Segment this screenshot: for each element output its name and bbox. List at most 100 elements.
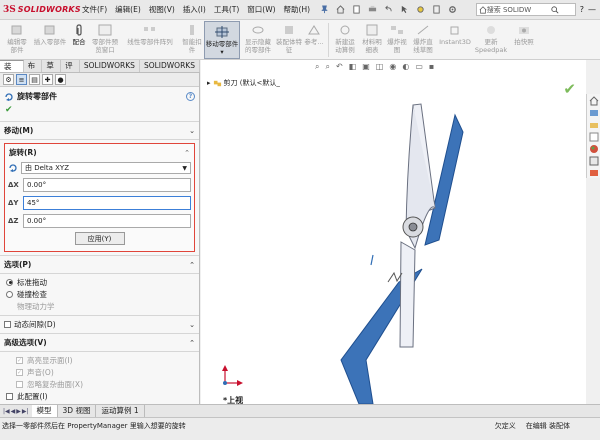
- reference-geometry-button[interactable]: 参考...: [302, 20, 326, 46]
- search-box[interactable]: [475, 3, 576, 16]
- grey-handle[interactable]: [399, 241, 416, 348]
- scissors-model[interactable]: [201, 60, 586, 404]
- new-motion-study-button[interactable]: 新建运 动算例: [331, 20, 359, 54]
- property-manager-tab-icon[interactable]: ≡: [16, 74, 27, 85]
- home-icon[interactable]: [336, 5, 345, 14]
- chevron-up-icon[interactable]: ⌃: [184, 149, 190, 157]
- solidworks-resources-icon[interactable]: [589, 96, 599, 106]
- rebuild-icon[interactable]: [416, 5, 425, 14]
- option-this-configuration[interactable]: 此配置(I): [6, 390, 193, 402]
- help-icon[interactable]: ?: [186, 92, 195, 101]
- dynamic-clearance-checkbox[interactable]: [4, 321, 11, 328]
- tab-model[interactable]: 模型: [31, 405, 58, 417]
- advanced-options-header[interactable]: 高级选项(V) ⌃: [0, 334, 199, 352]
- apply-button[interactable]: 应用(Y): [74, 232, 125, 245]
- ok-checkmark-icon[interactable]: ✔: [0, 104, 199, 122]
- radio-collision-detection[interactable]: [6, 290, 13, 298]
- tab-layout[interactable]: 布局: [24, 60, 43, 82]
- component-preview-window-button[interactable]: 零部件预 览窗口: [90, 20, 120, 54]
- file-properties-icon[interactable]: [432, 5, 441, 14]
- tab-3d-views[interactable]: 3D 视图: [58, 405, 97, 417]
- undo-icon[interactable]: [384, 5, 393, 14]
- tab-solidworks-addins[interactable]: SOLIDWORKS 插件: [80, 60, 140, 82]
- search-input[interactable]: [486, 5, 551, 14]
- exploded-view-button[interactable]: 爆炸视 图: [385, 20, 409, 54]
- option-sound[interactable]: ✓ 声音(O): [6, 366, 193, 378]
- tab-solidworks-mbd[interactable]: SOLIDWORKS MBD: [140, 60, 200, 82]
- explode-line-sketch-button[interactable]: 爆炸直 线草图: [409, 20, 437, 54]
- options-gear-icon[interactable]: [448, 5, 457, 14]
- delta-x-input[interactable]: [23, 178, 191, 192]
- instant3d-button[interactable]: Instant3D: [437, 20, 473, 46]
- solidworks-logo[interactable]: 3S SOLIDWORKS: [0, 5, 81, 15]
- chevron-up-icon[interactable]: ⌃: [189, 261, 195, 269]
- first-tab-icon[interactable]: |◀: [3, 408, 10, 415]
- options-group-header[interactable]: 选项(P) ⌃: [0, 255, 199, 274]
- option-collision-detection[interactable]: 碰撞检查: [6, 288, 193, 300]
- checkbox-highlight-faces[interactable]: ✓: [16, 356, 23, 364]
- update-speedpak-button[interactable]: 更新 Speedpak: [473, 20, 509, 54]
- checkbox-ignore-complex-surfaces[interactable]: [16, 380, 23, 388]
- menu-edit[interactable]: 编辑(E): [111, 4, 145, 15]
- option-highlight-faces[interactable]: ✓ 高亮显示面(I): [6, 354, 193, 366]
- appearances-icon[interactable]: [589, 144, 599, 154]
- custom-properties-icon[interactable]: [589, 156, 599, 166]
- radio-standard-drag[interactable]: [6, 278, 13, 286]
- pin-icon[interactable]: [320, 5, 329, 14]
- chevron-up-icon[interactable]: ⌃: [189, 339, 195, 347]
- menu-view[interactable]: 视图(V): [145, 4, 179, 15]
- move-component-dropdown-icon[interactable]: ▾: [220, 48, 223, 56]
- dimxpert-manager-tab-icon[interactable]: ✚: [42, 74, 53, 85]
- assembly-features-button[interactable]: 装配体特 征: [276, 20, 302, 54]
- menu-insert[interactable]: 插入(I): [179, 4, 210, 15]
- delta-z-input[interactable]: [23, 214, 191, 228]
- menu-file[interactable]: 文件(F): [78, 4, 111, 15]
- delta-y-input[interactable]: [23, 196, 191, 210]
- checkbox-sound[interactable]: ✓: [16, 368, 23, 376]
- tab-evaluate[interactable]: 评估: [61, 60, 80, 82]
- take-snapshot-button[interactable]: 拍快照: [509, 20, 539, 46]
- tab-assembly[interactable]: 装配体: [0, 60, 24, 95]
- option-physical-dynamics[interactable]: 物理动力学: [6, 300, 193, 312]
- move-group-header[interactable]: 移动(M) ⌄: [0, 122, 199, 140]
- search-icon[interactable]: [551, 5, 559, 14]
- minimize-icon[interactable]: —: [588, 5, 596, 14]
- move-component-button[interactable]: 移动零部件 ▾: [204, 21, 240, 59]
- edit-component-button[interactable]: 编辑零 部件: [2, 20, 32, 54]
- rotate-group-header[interactable]: 旋转(R) ⌃: [7, 146, 192, 160]
- next-tab-icon[interactable]: ▶: [16, 408, 21, 415]
- file-explorer-icon[interactable]: [589, 120, 599, 130]
- menu-help[interactable]: 帮助(H): [280, 4, 315, 15]
- graphics-area[interactable]: ⌕ ⌕ ↶ ◧ ▣ ◫ ◉ ◐ ▭ ▪ ▸ 剪刀 (默认<默认_ ✔ *上视: [201, 60, 586, 405]
- linear-component-pattern-button[interactable]: 线性零部件阵列: [120, 20, 180, 46]
- print-icon[interactable]: [368, 5, 377, 14]
- spring[interactable]: [387, 271, 403, 283]
- rotate-mode-select[interactable]: 由 Delta XYZ ▼: [21, 162, 191, 174]
- option-ignore-complex-surfaces[interactable]: 忽略复杂曲面(X): [6, 378, 193, 390]
- view-palette-icon[interactable]: [589, 132, 599, 142]
- menu-tools[interactable]: 工具(T): [210, 4, 243, 15]
- new-file-icon[interactable]: [352, 5, 361, 14]
- show-hidden-components-button[interactable]: 显示隐藏 的零部件: [240, 20, 276, 54]
- last-tab-icon[interactable]: ▶|: [22, 408, 29, 415]
- select-arrow-icon[interactable]: [400, 5, 409, 14]
- checkbox-this-configuration[interactable]: [6, 392, 13, 400]
- insert-component-button[interactable]: 插入零部件: [32, 20, 68, 46]
- tab-motion-study-1[interactable]: 运动算例 1: [96, 405, 145, 417]
- dynamic-clearance-header[interactable]: 动态间隙(D) ⌄: [0, 316, 199, 334]
- option-standard-drag[interactable]: 标准拖动: [6, 276, 193, 288]
- feature-manager-tab-icon[interactable]: ⚙: [3, 74, 14, 85]
- design-library-icon[interactable]: [589, 108, 599, 118]
- menu-window[interactable]: 窗口(W): [243, 4, 279, 15]
- tab-sketch[interactable]: 草图: [42, 60, 62, 82]
- configuration-manager-tab-icon[interactable]: ▤: [29, 74, 40, 85]
- bill-of-materials-button[interactable]: 材料明 细表: [359, 20, 385, 54]
- chevron-down-icon[interactable]: ⌄: [189, 127, 195, 135]
- forum-icon[interactable]: [589, 168, 599, 178]
- help-icon[interactable]: ?: [580, 5, 584, 14]
- display-manager-tab-icon[interactable]: ●: [55, 74, 66, 85]
- mate-button[interactable]: 配合: [68, 20, 90, 46]
- smart-fasteners-button[interactable]: 智能扣 件: [180, 20, 204, 54]
- prev-tab-icon[interactable]: ◀: [11, 408, 16, 415]
- chevron-down-icon[interactable]: ⌄: [189, 321, 195, 329]
